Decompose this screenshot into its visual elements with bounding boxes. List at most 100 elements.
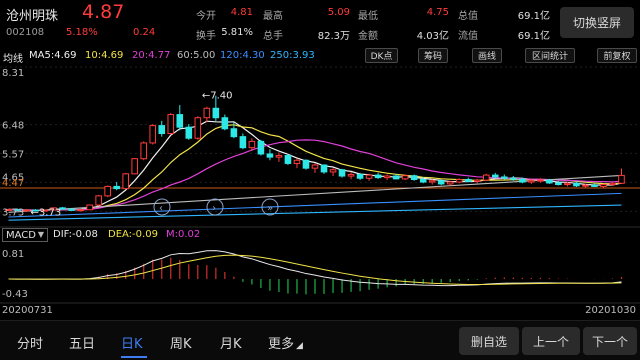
candle [266, 149, 274, 161]
y-axis-label: 6.48 [2, 121, 24, 132]
stock-name[interactable]: 沧州明珠 [6, 5, 58, 24]
delete-watchlist-button[interactable]: 删自选 [459, 327, 519, 355]
float-value: 69.1亿 [517, 31, 550, 42]
candle-body [266, 153, 274, 158]
candle [347, 171, 355, 180]
candle [104, 185, 111, 198]
open-value: 4.81 [230, 7, 253, 18]
zoom-out-icon[interactable]: ‹ [153, 198, 171, 216]
candle-body [185, 126, 193, 139]
low-value: 4.75 [426, 7, 449, 18]
change-percent: 5.18% [66, 27, 98, 38]
tab-more-label: 更多 [268, 337, 295, 352]
candle-body [392, 175, 400, 180]
tab-weekly-k[interactable]: 周K [170, 333, 192, 352]
volume-label: 总手 [263, 31, 283, 42]
mktcap-value: 69.1亿 [517, 11, 550, 22]
ma10-value: 10:4.69 [85, 50, 124, 61]
tab-more[interactable]: 更多 ◢ [268, 333, 303, 352]
candle-body [23, 209, 30, 212]
candle-body [212, 107, 220, 119]
caret-down-icon: ◢ [296, 341, 303, 351]
stock-code: 002108 [6, 27, 45, 38]
candle-body [482, 174, 490, 181]
zoom-in-icon-glyph: › [212, 203, 216, 214]
candle [221, 114, 229, 131]
tab-daily-k[interactable]: 日K [121, 333, 143, 352]
candle [365, 173, 373, 181]
candle [374, 172, 382, 179]
candle [302, 159, 310, 170]
end-date: 20201030 [585, 305, 636, 316]
indicator-select-label: MACD [6, 229, 36, 241]
chip-button[interactable]: 筹码 [418, 48, 448, 63]
tab-monthly-k[interactable]: 月K [220, 333, 242, 352]
candle [437, 179, 445, 186]
candle-body [356, 173, 364, 179]
candle [86, 204, 93, 211]
candle-body [320, 164, 328, 173]
high-label: 最高 [263, 11, 283, 22]
candle-body [491, 174, 499, 178]
candle-body [68, 208, 75, 211]
zoom-in-icon[interactable]: › [206, 198, 224, 216]
tab-intraday[interactable]: 分时 [17, 333, 43, 352]
indicator-select[interactable]: MACD ▼ [2, 228, 48, 242]
ma20-value: 20:4.77 [132, 50, 171, 61]
macd-legend: MACD ▼ DIF:-0.08 DEA:-0.09 M:0.02 [0, 228, 640, 243]
quote-header: 沧州明珠 4.87 002108 5.18% 0.24 今开 4.81 最高 5… [0, 0, 640, 46]
candle-body [95, 195, 102, 206]
candle [203, 106, 211, 123]
candle [293, 158, 301, 169]
candle-body [365, 174, 373, 179]
candle-body [329, 169, 337, 173]
candle [320, 164, 328, 174]
y-axis-label: 3.73 [2, 207, 24, 218]
candle-body [248, 140, 256, 149]
ma120-value: 120:4.30 [220, 50, 265, 61]
ma-label[interactable]: 均线 [3, 50, 23, 65]
macd-panel [8, 250, 623, 295]
candle-body [546, 179, 553, 184]
candle [149, 124, 157, 145]
candle [401, 174, 409, 181]
candle [113, 182, 120, 191]
candle [194, 116, 202, 140]
candle-body [510, 177, 517, 180]
volume-value: 82.3万 [317, 31, 350, 42]
macd-y-top: 0.81 [2, 249, 24, 260]
low-label: 最低 [358, 11, 378, 22]
kline-chart[interactable]: 8.316.485.574.654.473.73←7.40←3.730.81-0… [0, 65, 640, 305]
active-tab-indicator [121, 356, 147, 358]
candle-body [194, 117, 202, 139]
candle-body [113, 185, 120, 190]
candle-body [338, 169, 346, 177]
candle [140, 141, 148, 161]
candle-body [203, 107, 211, 119]
candle [383, 174, 391, 181]
dk-point-button[interactable]: DK点 [365, 48, 398, 63]
candle-body [284, 155, 292, 164]
candle [95, 194, 102, 206]
candle-body [347, 173, 355, 177]
prev-stock-button[interactable]: 上一个 [522, 327, 580, 355]
candle [131, 158, 139, 175]
range-stats-button[interactable]: 区间统计 [525, 48, 575, 63]
adjust-mode-button[interactable]: 前复权 [597, 48, 637, 63]
next-stock-button[interactable]: 下一个 [583, 327, 637, 355]
tab-five-day[interactable]: 五日 [69, 333, 95, 352]
chevron-down-icon: ▼ [37, 230, 44, 239]
candle-body [86, 204, 93, 211]
candle [464, 177, 472, 183]
chart-grid [0, 66, 640, 304]
start-date: 20200731 [2, 305, 53, 316]
candle [356, 172, 364, 181]
macd-y-bottom: -0.43 [2, 289, 28, 300]
candle-body [609, 182, 616, 186]
draw-line-button[interactable]: 画线 [472, 48, 502, 63]
macd-dea: DEA:-0.09 [108, 229, 158, 240]
switch-portrait-button[interactable]: 切换竖屏 [560, 7, 634, 38]
candle-body [501, 176, 508, 179]
macd-dif: DIF:-0.08 [53, 229, 98, 240]
candle-body [591, 184, 598, 187]
